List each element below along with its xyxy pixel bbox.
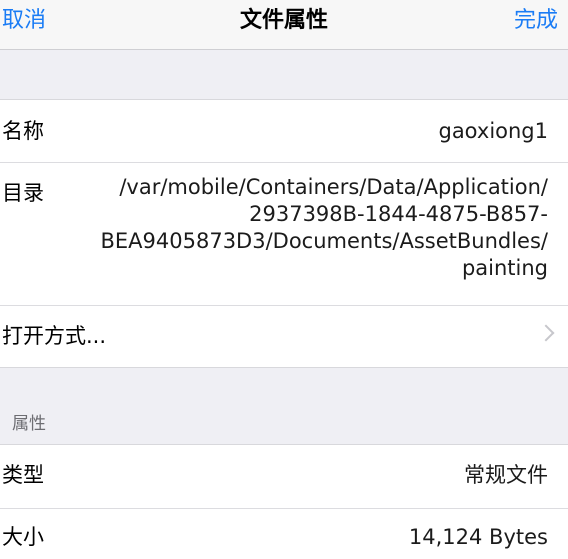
properties-section-header: 属性 [12, 414, 46, 434]
directory-line: BEA9405873D3/Documents/AssetBundles/ [100, 229, 548, 253]
open-with-row[interactable]: 打开方式... [0, 305, 568, 367]
open-with-label: 打开方式... [2, 324, 107, 348]
page-title: 文件属性 [239, 8, 328, 33]
size-value: 14,124 Bytes [408, 525, 548, 549]
directory-value: /var/mobile/Containers/Data/Application/… [78, 174, 548, 282]
name-value: gaoxiong1 [438, 119, 548, 143]
name-label: 名称 [2, 119, 44, 143]
file-properties-screen: 取消 文件属性 完成 名称 gaoxiong1 目录 /var/mobile/C… [0, 0, 568, 559]
navigation-bar: 取消 文件属性 完成 [0, 0, 568, 50]
size-row: 大小 14,124 Bytes [0, 508, 568, 559]
name-row: 名称 gaoxiong1 [0, 100, 568, 162]
done-button[interactable]: 完成 [514, 6, 558, 36]
size-label: 大小 [2, 525, 44, 549]
directory-line: painting [461, 256, 548, 280]
type-row: 类型 常规文件 [0, 445, 568, 508]
type-label: 类型 [2, 463, 44, 487]
chevron-right-icon [537, 324, 555, 342]
properties-section: 类型 常规文件 大小 14,124 Bytes [0, 444, 568, 559]
directory-line: /var/mobile/Containers/Data/Application/ [119, 175, 548, 199]
directory-row: 目录 /var/mobile/Containers/Data/Applicati… [0, 162, 568, 305]
file-info-section: 名称 gaoxiong1 目录 /var/mobile/Containers/D… [0, 99, 568, 368]
directory-label: 目录 [2, 181, 44, 205]
directory-line: 2937398B-1844-4875-B857- [249, 202, 548, 226]
type-value: 常规文件 [464, 463, 548, 487]
